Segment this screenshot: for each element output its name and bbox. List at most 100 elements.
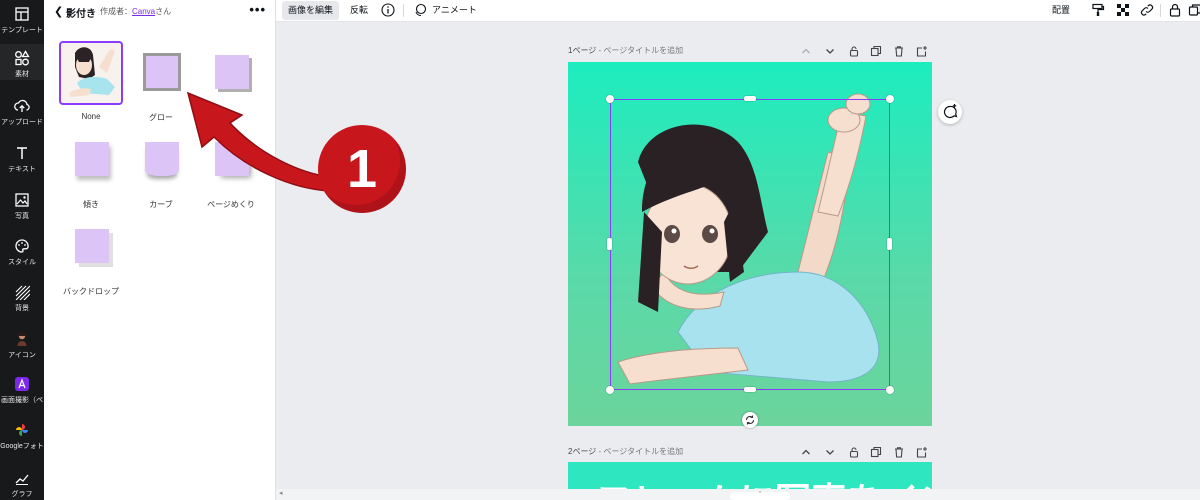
rail-label: テンプレート — [1, 27, 43, 34]
rail-label: 素材 — [15, 71, 29, 78]
girl-thumbnail-icon — [69, 47, 115, 97]
author-prefix: 作成者： — [100, 7, 132, 16]
animate-icon[interactable] — [413, 3, 427, 17]
rotate-handle[interactable] — [742, 412, 758, 428]
rail-item-template[interactable]: テンプレート — [0, 6, 44, 36]
app-a-icon — [15, 377, 29, 391]
add-page-icon[interactable] — [916, 446, 928, 458]
resize-handle-tl[interactable] — [606, 95, 614, 103]
toolbar-divider — [403, 4, 404, 17]
rail-label: 画面撮影（ペ — [1, 397, 43, 404]
hatch-icon — [15, 285, 30, 300]
resize-handle-top[interactable] — [744, 96, 756, 101]
effect-preview-square — [75, 229, 109, 263]
page-title-placeholder[interactable]: - ページタイトルを追加 — [599, 46, 684, 55]
effect-backdrop[interactable]: バックドロップ — [58, 215, 124, 297]
more-options-button[interactable]: ••• — [249, 2, 266, 17]
rail-item-google-photos[interactable]: Googleフォト — [0, 422, 44, 452]
chevron-up-small-icon: ˆ — [758, 492, 762, 499]
effect-preview-square — [75, 142, 109, 176]
rail-label: 写真 — [15, 213, 29, 220]
author-suffix: さん — [155, 7, 172, 16]
chart-icon — [15, 474, 29, 485]
rail-label: スタイル — [8, 259, 36, 266]
resize-handle-bottom[interactable] — [744, 387, 756, 392]
position-button[interactable]: 配置 — [1046, 1, 1076, 20]
rail-label: 背景 — [15, 305, 29, 312]
palette-icon — [15, 239, 29, 253]
trash-icon[interactable] — [893, 446, 905, 458]
back-chevron-icon[interactable]: ❮ — [54, 5, 63, 18]
annotation-badge: 1 — [318, 125, 406, 213]
page1-label: 1ページ - ページタイトルを追加 — [568, 45, 683, 56]
effect-none[interactable]: None — [58, 41, 124, 121]
resize-handle-bl[interactable] — [606, 386, 614, 394]
effect-preview-square — [215, 55, 249, 89]
text-t-icon — [17, 147, 27, 159]
rail-label: アイコン — [8, 352, 36, 359]
flip-button[interactable]: 反転 — [344, 1, 374, 20]
lock-icon[interactable] — [848, 45, 860, 57]
cloud-upload-icon — [14, 99, 30, 112]
selection-box[interactable] — [610, 99, 890, 390]
rail-item-screenshot[interactable]: 画面撮影（ペ — [0, 376, 44, 406]
effect-label: None — [81, 112, 101, 121]
rail-item-elements[interactable]: 素材 — [0, 44, 44, 80]
info-icon[interactable] — [381, 3, 395, 17]
edit-image-button[interactable]: 画像を編集 — [282, 1, 340, 20]
rail-label: Googleフォト — [0, 443, 44, 450]
rail-item-graph[interactable]: グラフ — [0, 470, 44, 500]
chevron-up-icon[interactable] — [800, 45, 812, 57]
rail-label: アップロード — [1, 119, 43, 126]
author-link[interactable]: Canva — [132, 7, 155, 16]
comment-add-icon — [943, 104, 958, 119]
duplicate-icon[interactable] — [1188, 3, 1200, 17]
lock-icon[interactable] — [1168, 3, 1182, 17]
rail-item-upload[interactable]: アップロード — [0, 98, 44, 128]
page-number: 2ページ — [568, 447, 597, 456]
rail-item-photos[interactable]: 写真 — [0, 192, 44, 222]
resize-handle-right[interactable] — [887, 238, 892, 250]
add-page-icon[interactable] — [916, 45, 928, 57]
photo-icon — [15, 193, 29, 207]
resize-handle-tr[interactable] — [886, 95, 894, 103]
resize-handle-br[interactable] — [886, 386, 894, 394]
rail-item-style[interactable]: スタイル — [0, 238, 44, 268]
rail-label: テキスト — [8, 166, 36, 173]
chevron-up-icon[interactable] — [800, 446, 812, 458]
effect-label: バックドロップ — [63, 287, 119, 296]
effect-preview-square — [145, 142, 179, 176]
panel-header: ❮ 影付き 作成者：Canvaさん ••• — [44, 0, 276, 22]
rail-label: グラフ — [11, 491, 33, 498]
resize-handle-left[interactable] — [607, 238, 612, 250]
add-comment-button[interactable] — [938, 100, 962, 124]
duplicate-page-icon[interactable] — [870, 45, 882, 57]
transparency-icon[interactable] — [1116, 3, 1130, 17]
page2-label: 2ページ - ページタイトルを追加 — [568, 446, 683, 457]
effect-thumb — [59, 128, 123, 192]
effect-tilt[interactable]: 傾き — [58, 128, 124, 210]
rail-item-background[interactable]: 背景 — [0, 284, 44, 314]
effect-preview-square — [143, 53, 181, 91]
paint-roller-icon[interactable] — [1091, 3, 1105, 17]
effect-label: 傾き — [83, 200, 99, 209]
panel-author: 作成者：Canvaさん — [100, 6, 171, 17]
effect-thumb — [59, 41, 123, 105]
scroll-thumb[interactable]: ˆ — [730, 492, 790, 500]
duplicate-page-icon[interactable] — [870, 446, 882, 458]
layout-icon — [15, 7, 29, 21]
avatar-icon — [17, 332, 27, 346]
page-title-placeholder[interactable]: - ページタイトルを追加 — [599, 447, 684, 456]
trash-icon[interactable] — [893, 45, 905, 57]
link-icon[interactable] — [1140, 3, 1154, 17]
lock-icon[interactable] — [848, 446, 860, 458]
chevron-down-icon[interactable] — [824, 45, 836, 57]
effect-thumb — [59, 215, 123, 279]
chevron-down-icon[interactable] — [824, 446, 836, 458]
pinwheel-icon — [16, 424, 28, 436]
rail-item-icon[interactable]: アイコン — [0, 331, 44, 361]
rail-item-text[interactable]: テキスト — [0, 145, 44, 175]
scroll-left-icon[interactable]: ◂ — [279, 489, 283, 497]
page-number: 1ページ — [568, 46, 597, 55]
animate-button[interactable]: アニメート — [426, 1, 483, 20]
